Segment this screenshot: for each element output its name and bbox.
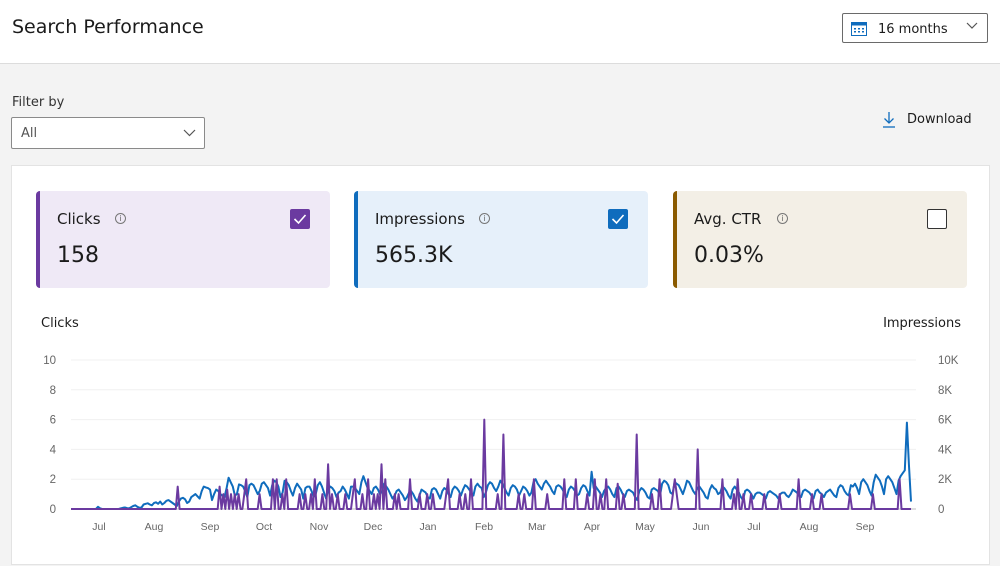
left-tick-label: 0 xyxy=(50,504,56,516)
right-tick-label: 10K xyxy=(938,355,959,367)
performance-panel: Clicks i 158 Impressions i 565.3K Avg. C… xyxy=(11,165,990,565)
right-tick-label: 0 xyxy=(938,504,944,516)
right-tick-label: 2K xyxy=(938,474,952,486)
impressions-series-line xyxy=(71,421,912,510)
x-tick-label: Jul xyxy=(747,521,760,533)
x-tick-label: Apr xyxy=(584,521,601,533)
filter-label: Filter by xyxy=(12,95,65,110)
calendar-icon xyxy=(851,22,867,36)
x-tick-label: Jun xyxy=(693,521,710,533)
x-tick-label: Aug xyxy=(800,521,819,533)
date-range-value: 16 months xyxy=(878,22,948,37)
x-tick-label: Nov xyxy=(310,521,329,533)
x-tick-label: Feb xyxy=(475,521,493,533)
x-tick-label: Oct xyxy=(256,521,272,533)
right-tick-label: 4K xyxy=(938,444,952,456)
left-tick-label: 4 xyxy=(50,444,57,456)
x-tick-label: Sep xyxy=(201,521,220,533)
right-tick-label: 8K xyxy=(938,385,952,397)
x-tick-label: Jul xyxy=(92,521,105,533)
x-tick-label: Jan xyxy=(420,521,437,533)
left-tick-label: 2 xyxy=(50,474,56,486)
page-title: Search Performance xyxy=(12,16,204,38)
x-tick-label: May xyxy=(635,521,656,533)
right-tick-label: 6K xyxy=(938,415,952,427)
left-tick-label: 6 xyxy=(50,415,56,427)
top-bar: Search Performance 16 months xyxy=(0,0,1000,64)
x-tick-label: Aug xyxy=(145,521,164,533)
left-tick-label: 10 xyxy=(43,355,56,367)
left-tick-label: 8 xyxy=(50,385,56,397)
chevron-down-icon xyxy=(966,22,978,29)
x-tick-label: Dec xyxy=(364,521,383,533)
download-label: Download xyxy=(907,112,972,127)
filter-value: All xyxy=(21,126,38,141)
download-icon xyxy=(883,112,895,128)
x-tick-label: Sep xyxy=(856,521,875,533)
performance-chart: 0 0 2 2K 4 4K 6 6K 8 8K 10 10K Jul Aug Sep Oct Nov Dec Jan… xyxy=(43,355,959,533)
x-tick-label: Mar xyxy=(528,521,547,533)
chevron-down-icon xyxy=(183,129,196,137)
date-range-dropdown[interactable]: 16 months xyxy=(842,13,988,43)
filter-dropdown[interactable]: All xyxy=(11,117,205,149)
